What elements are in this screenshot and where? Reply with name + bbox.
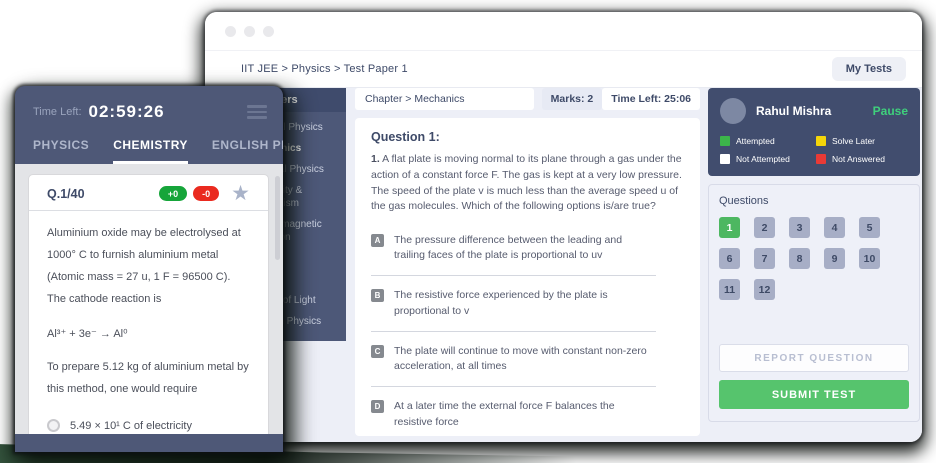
question-cell-2[interactable]: 2 xyxy=(754,217,775,238)
phone-question-card: Q.1/40 +0 -0 ★ Aluminium oxide may be el… xyxy=(28,174,269,434)
phone-question-text-2: To prepare 5.12 kg of aluminium metal by… xyxy=(47,356,250,400)
submit-test-button[interactable]: SUBMIT TEST xyxy=(719,380,909,409)
question-column: Chapter > Mechanics Marks: 2 Time Left: … xyxy=(355,88,700,436)
report-question-button[interactable]: REPORT QUESTION xyxy=(719,344,909,372)
attempted-swatch xyxy=(720,136,730,146)
breadcrumb[interactable]: IIT JEE > Physics > Test Paper 1 xyxy=(241,63,408,75)
phone-timer: 02:59:26 xyxy=(89,102,165,122)
question-cell-7[interactable]: 7 xyxy=(754,248,775,269)
menu-icon[interactable] xyxy=(247,102,267,122)
question-header-row: Chapter > Mechanics Marks: 2 Time Left: … xyxy=(355,88,700,110)
phone-body: Q.1/40 +0 -0 ★ Aluminium oxide may be el… xyxy=(15,164,283,434)
option-d-badge: D xyxy=(371,400,384,413)
phone-question-text: Aluminium oxide may be electrolysed at 1… xyxy=(47,222,250,310)
question-cell-3[interactable]: 3 xyxy=(789,217,810,238)
question-title: Question 1: xyxy=(371,130,684,144)
questions-panel: Questions 1 2 3 4 5 6 7 8 9 10 11 12 xyxy=(708,184,920,422)
not-answered-swatch xyxy=(816,154,826,164)
legend-attempted: Attempted xyxy=(720,136,812,146)
question-cell-4[interactable]: 4 xyxy=(824,217,845,238)
option-d[interactable]: D At a later time the external force F b… xyxy=(371,393,656,442)
browser-titlebar xyxy=(205,12,922,50)
phone-window: Time Left: 02:59:26 PHYSICS CHEMISTRY EN… xyxy=(15,86,283,452)
window-dot[interactable] xyxy=(244,26,255,37)
tab-english-proficiency[interactable]: ENGLISH PROFICIENCY xyxy=(212,138,283,164)
tab-chemistry[interactable]: CHEMISTRY xyxy=(113,138,188,164)
right-panel: Rahul Mishra Pause Attempted Solve Later xyxy=(708,88,920,422)
not-attempted-swatch xyxy=(720,154,730,164)
questions-label: Questions xyxy=(719,195,909,207)
window-dot[interactable] xyxy=(225,26,236,37)
option-d-text: At a later time the external force F bal… xyxy=(394,399,656,429)
legend-solve-later: Solve Later xyxy=(816,136,908,146)
phone-option-1[interactable]: 5.49 × 10¹ C of electricity xyxy=(47,410,250,434)
marks-badge: Marks: 2 xyxy=(542,88,603,110)
phone-equation: Al³⁺ + 3e⁻ → Al⁰ xyxy=(47,327,250,340)
profile-card: Rahul Mishra Pause Attempted Solve Later xyxy=(708,88,920,176)
breadcrumb-bar: IIT JEE > Physics > Test Paper 1 My Test… xyxy=(205,50,922,88)
positive-marks-badge: +0 xyxy=(159,186,187,201)
legend-not-attempted: Not Attempted xyxy=(720,154,812,164)
option-b[interactable]: B The resistive force experienced by the… xyxy=(371,282,656,331)
scrollbar-thumb[interactable] xyxy=(275,176,280,260)
time-left-badge: Time Left: 25:06 xyxy=(602,88,700,110)
user-name: Rahul Mishra xyxy=(756,104,831,118)
option-b-badge: B xyxy=(371,289,384,302)
option-a-badge: A xyxy=(371,234,384,247)
option-c-text: The plate will continue to move with con… xyxy=(394,344,656,374)
browser-content: Chapters General Physics Mechanics Therm… xyxy=(205,88,922,442)
question-counter: Q.1/40 xyxy=(47,187,85,201)
stage: IIT JEE > Physics > Test Paper 1 My Test… xyxy=(0,0,936,463)
question-cell-10[interactable]: 10 xyxy=(859,248,880,269)
legend-not-answered: Not Answered xyxy=(816,154,908,164)
option-c-badge: C xyxy=(371,345,384,358)
question-number: 1. xyxy=(371,153,380,165)
question-cell-5[interactable]: 5 xyxy=(859,217,880,238)
phone-time-left-label: Time Left: xyxy=(33,106,82,118)
question-text: 1. A flat plate is moving normal to its … xyxy=(371,152,684,215)
question-number-grid: 1 2 3 4 5 6 7 8 9 10 11 12 xyxy=(719,217,909,300)
my-tests-button[interactable]: My Tests xyxy=(832,57,906,81)
status-legend: Attempted Solve Later Not Attempted xyxy=(720,136,908,164)
avatar xyxy=(720,98,746,124)
bookmark-star-icon[interactable]: ★ xyxy=(231,187,250,201)
question-cell-9[interactable]: 9 xyxy=(824,248,845,269)
chapter-label: Chapter > Mechanics xyxy=(355,88,534,110)
pause-button[interactable]: Pause xyxy=(873,104,908,118)
option-c[interactable]: C The plate will continue to move with c… xyxy=(371,338,656,387)
question-card: Question 1: 1. A flat plate is moving no… xyxy=(355,118,700,436)
radio-icon[interactable] xyxy=(47,419,60,432)
divider xyxy=(29,210,268,211)
phone-question-header: Q.1/40 +0 -0 ★ xyxy=(47,186,250,201)
options-list: A The pressure difference between the le… xyxy=(371,227,656,442)
option-a[interactable]: A The pressure difference between the le… xyxy=(371,227,656,276)
question-cell-6[interactable]: 6 xyxy=(719,248,740,269)
question-cell-8[interactable]: 8 xyxy=(789,248,810,269)
question-cell-11[interactable]: 11 xyxy=(719,279,740,300)
phone-header: Time Left: 02:59:26 PHYSICS CHEMISTRY EN… xyxy=(15,86,283,164)
browser-window: IIT JEE > Physics > Test Paper 1 My Test… xyxy=(205,12,922,442)
option-b-text: The resistive force experienced by the p… xyxy=(394,288,656,318)
question-cell-1[interactable]: 1 xyxy=(719,217,740,238)
negative-marks-badge: -0 xyxy=(193,186,219,201)
solve-later-swatch xyxy=(816,136,826,146)
tab-physics[interactable]: PHYSICS xyxy=(33,138,89,164)
window-dot[interactable] xyxy=(263,26,274,37)
option-a-text: The pressure difference between the lead… xyxy=(394,233,656,263)
subject-tabs: PHYSICS CHEMISTRY ENGLISH PROFICIENCY xyxy=(33,138,267,164)
question-cell-12[interactable]: 12 xyxy=(754,279,775,300)
